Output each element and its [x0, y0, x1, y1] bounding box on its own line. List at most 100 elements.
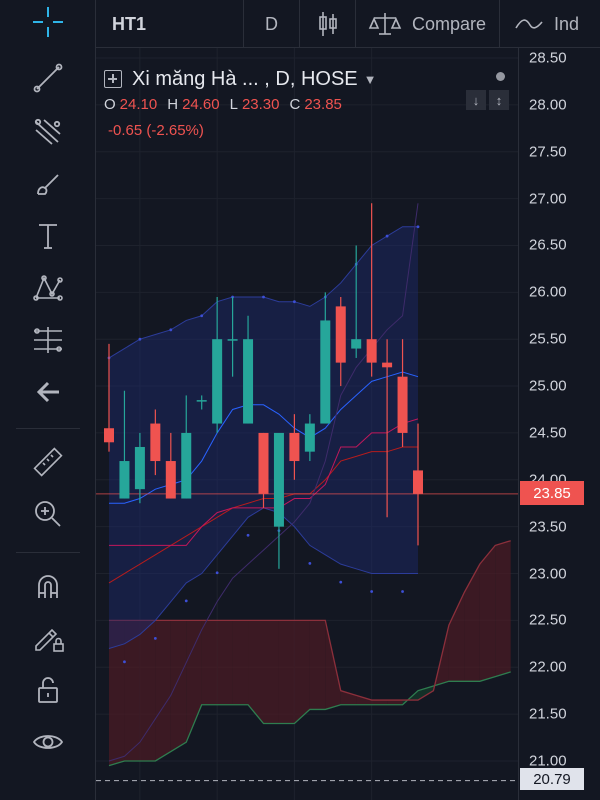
prediction-measure-icon[interactable]: [28, 320, 68, 360]
toolbar-divider: [16, 552, 80, 553]
ruler-icon[interactable]: [28, 442, 68, 482]
low-value: 23.30: [241, 96, 280, 113]
candle-body: [413, 470, 423, 494]
last-price-label: 23.85: [520, 481, 584, 505]
price-tick-label: 26.00: [529, 283, 567, 301]
candle-body: [335, 306, 346, 363]
ichimoku-cloud-segment: [371, 700, 388, 705]
bollinger-dot: [184, 599, 188, 603]
arrow-updown-icon[interactable]: ↕: [489, 90, 509, 110]
price-tick-label: 28.50: [529, 49, 567, 67]
ichimoku-cloud-segment: [479, 545, 496, 682]
zoom-in-icon[interactable]: [28, 494, 68, 534]
text-icon[interactable]: [28, 216, 68, 256]
pattern-icon[interactable]: [28, 268, 68, 308]
brush-icon[interactable]: [28, 164, 68, 204]
crosshair-icon[interactable]: [28, 2, 68, 42]
compare-scale-icon: [368, 13, 402, 35]
candle-body: [304, 423, 315, 452]
high-key: H: [167, 96, 179, 113]
ichimoku-cloud-segment: [356, 695, 372, 705]
price-tick-label: 21.00: [529, 752, 567, 770]
ichimoku-cloud-segment: [495, 540, 511, 677]
symbol-title: Xi măng Hà ... , D, HOSE: [132, 67, 358, 90]
market-status-dot: [496, 72, 505, 81]
candle-body: [119, 461, 130, 499]
ichimoku-cloud-segment: [387, 700, 403, 705]
indicators-label: Ind: [554, 13, 580, 34]
bollinger-dot: [385, 234, 389, 238]
candle-body: [382, 362, 393, 368]
bollinger-dot: [308, 561, 312, 565]
chart-area[interactable]: [96, 48, 518, 800]
bollinger-dot: [153, 636, 157, 640]
chart-style-button[interactable]: [300, 0, 356, 48]
candle-body: [104, 428, 114, 443]
ichimoku-cloud-segment: [170, 620, 187, 752]
ichimoku-cloud-segment: [263, 620, 279, 724]
ichimoku-cloud-segment: [309, 620, 326, 710]
candle-body: [351, 339, 362, 349]
price-tick-label: 23.00: [529, 565, 567, 582]
bollinger-dot: [370, 590, 374, 593]
top-toolbar: HT1 D Compare Ind: [96, 0, 600, 48]
candle-body: [196, 400, 207, 402]
ichimoku-cloud-segment: [139, 620, 156, 761]
close-key: C: [289, 96, 301, 113]
crosshair-price-label: 20.79: [520, 768, 584, 790]
arrow-down-icon[interactable]: ↓: [466, 90, 486, 110]
compare-button[interactable]: Compare: [356, 0, 500, 48]
caret-down-icon[interactable]: ▼: [364, 72, 377, 87]
candle-body: [165, 461, 176, 499]
ichimoku-cloud-segment: [278, 620, 295, 724]
legend-title-row[interactable]: Xi măng Hà ... , D, HOSE ▼: [104, 64, 514, 94]
ohlc-values: O 24.10 H 24.60 L 23.30 C 23.85: [104, 96, 514, 118]
magnet-icon[interactable]: [28, 566, 68, 606]
candle-body: [397, 376, 408, 433]
candle-body: [243, 339, 254, 424]
lock-drawing-icon[interactable]: [28, 618, 68, 658]
price-tick-label: 26.50: [529, 236, 567, 254]
drawing-toolbar: [0, 0, 96, 800]
price-change: -0.65 (-2.65%): [108, 122, 204, 139]
eye-icon[interactable]: [28, 722, 68, 762]
arrow-left-icon[interactable]: [28, 372, 68, 412]
low-key: L: [229, 96, 238, 113]
bollinger-dot: [416, 225, 420, 229]
ichimoku-cloud-segment: [201, 620, 218, 705]
interval-button[interactable]: D: [244, 0, 300, 48]
price-chart[interactable]: [96, 48, 518, 800]
price-tick-label: 28.00: [529, 96, 567, 114]
legend-arrows: ↓ ↕: [466, 90, 512, 110]
symbol-search-button[interactable]: HT1: [96, 0, 244, 48]
price-tick-label: 24.50: [529, 424, 567, 442]
price-axis[interactable]: 28.50 28.00 27.50 27.00 26.50 26.00 25.50 25.00…: [518, 48, 600, 800]
price-tick-label: 27.50: [529, 143, 567, 161]
price-tick-label: 27.00: [529, 190, 567, 208]
price-tick-label: 25.50: [529, 330, 567, 348]
bollinger-dot: [138, 337, 142, 341]
open-value: 24.10: [119, 96, 158, 113]
pitchfork-icon[interactable]: [28, 112, 68, 152]
candle-body: [273, 432, 284, 527]
price-tick-label: 22.00: [529, 658, 567, 676]
ichimoku-cloud-segment: [464, 564, 480, 682]
trend-line-icon[interactable]: [28, 58, 68, 98]
bollinger-dot: [339, 580, 343, 584]
candle-body: [150, 423, 161, 462]
expand-icon[interactable]: [104, 70, 122, 88]
candle-body: [258, 432, 269, 494]
candle-body: [212, 339, 223, 424]
bollinger-dot: [262, 295, 265, 299]
indicators-button[interactable]: Ind: [500, 0, 600, 48]
unlock-icon[interactable]: [28, 670, 68, 710]
interval-label: D: [265, 13, 278, 34]
candles-icon: [318, 12, 337, 36]
high-value: 24.60: [182, 96, 220, 113]
candle-body: [181, 432, 192, 499]
price-tick-label: 23.50: [529, 518, 567, 536]
close-value: 23.85: [304, 96, 342, 113]
ichimoku-cloud-segment: [232, 620, 249, 705]
ichimoku-cloud-segment: [217, 620, 233, 705]
candle-body: [366, 339, 377, 363]
